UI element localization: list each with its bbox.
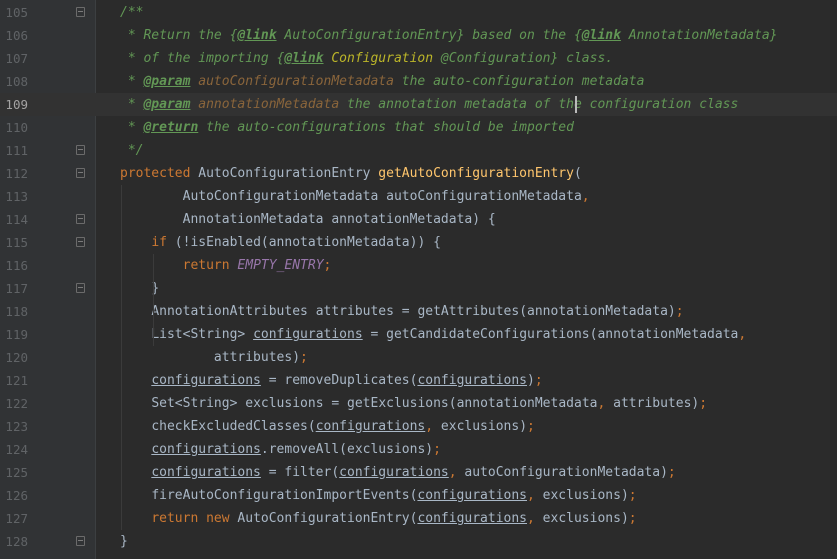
code-text[interactable]: checkExcludedClasses(configurations, exc… <box>120 415 535 438</box>
line-number[interactable]: 108 <box>1 70 28 93</box>
line-number[interactable]: 114 <box>1 208 28 231</box>
line-number[interactable]: 127 <box>1 507 28 530</box>
code-line[interactable]: 112 protected AutoConfigurationEntry getA… <box>0 162 837 185</box>
code-text[interactable]: } <box>120 530 128 553</box>
line-number[interactable]: 123 <box>1 415 28 438</box>
indent-guide <box>121 185 122 530</box>
code-line[interactable]: 127 return new AutoConfigurationEntry(co… <box>0 507 837 530</box>
line-number[interactable]: 128 <box>1 530 28 553</box>
line-number[interactable]: 115 <box>1 231 28 254</box>
line-number[interactable]: 106 <box>1 24 28 47</box>
line-number[interactable]: 116 <box>1 254 28 277</box>
code-text[interactable]: return new AutoConfigurationEntry(config… <box>120 507 636 530</box>
fold-marker-icon[interactable] <box>76 536 85 546</box>
code-line[interactable]: 107 * of the importing {@link Configurat… <box>0 47 837 70</box>
line-number[interactable]: 126 <box>1 484 28 507</box>
line-number[interactable]: 110 <box>1 116 28 139</box>
fold-marker-icon[interactable] <box>76 283 85 293</box>
code-text[interactable]: * @return the auto-configurations that s… <box>120 116 574 139</box>
code-line[interactable]: 120 attributes); <box>0 346 837 369</box>
code-line[interactable]: 126 fireAutoConfigurationImportEvents(co… <box>0 484 837 507</box>
line-number[interactable]: 125 <box>1 461 28 484</box>
line-number[interactable]: 118 <box>1 300 28 323</box>
code-line[interactable]: 113 AutoConfigurationMetadata autoConfig… <box>0 185 837 208</box>
fold-marker-icon[interactable] <box>76 237 85 247</box>
code-line[interactable]: 125 configurations = filter(configuratio… <box>0 461 837 484</box>
code-text[interactable]: Set<String> exclusions = getExclusions(a… <box>120 392 707 415</box>
text-cursor <box>575 96 577 113</box>
code-line[interactable]: 117 } <box>0 277 837 300</box>
line-number[interactable]: 113 <box>1 185 28 208</box>
code-line[interactable]: 121 configurations = removeDuplicates(co… <box>0 369 837 392</box>
code-line[interactable]: 116 return EMPTY_ENTRY; <box>0 254 837 277</box>
line-number[interactable]: 122 <box>1 392 28 415</box>
line-number[interactable]: 111 <box>1 139 28 162</box>
code-text[interactable]: * Return the {@link AutoConfigurationEnt… <box>120 24 778 47</box>
code-line[interactable]: 105 /** <box>0 1 837 24</box>
code-line[interactable]: 111 */ <box>0 139 837 162</box>
line-number[interactable]: 120 <box>1 346 28 369</box>
code-line[interactable]: 110 * @return the auto-configurations th… <box>0 116 837 139</box>
code-text[interactable]: * @param autoConfigurationMetadata the a… <box>120 70 645 93</box>
code-line[interactable]: 115 if (!isEnabled(annotationMetadata)) … <box>0 231 837 254</box>
indent-guide <box>153 254 154 346</box>
code-text[interactable]: attributes); <box>120 346 308 369</box>
code-line[interactable]: 119 List<String> configurations = getCan… <box>0 323 837 346</box>
code-line[interactable]: 124 configurations.removeAll(exclusions)… <box>0 438 837 461</box>
code-line[interactable]: 118 AnnotationAttributes attributes = ge… <box>0 300 837 323</box>
line-number[interactable]: 121 <box>1 369 28 392</box>
code-line[interactable]: 122 Set<String> exclusions = getExclusio… <box>0 392 837 415</box>
fold-marker-icon[interactable] <box>76 168 85 178</box>
line-number[interactable]: 105 <box>1 1 28 24</box>
line-number[interactable]: 119 <box>1 323 28 346</box>
code-text[interactable]: if (!isEnabled(annotationMetadata)) { <box>120 231 441 254</box>
code-text[interactable]: configurations = filter(configurations, … <box>120 461 675 484</box>
line-number[interactable]: 109 <box>1 93 28 116</box>
code-text[interactable]: * of the importing {@link Configuration … <box>120 47 613 70</box>
code-text[interactable]: fireAutoConfigurationImportEvents(config… <box>120 484 636 507</box>
code-text[interactable]: * @param annotationMetadata the annotati… <box>120 93 739 116</box>
code-text[interactable]: AnnotationMetadata annotationMetadata) { <box>120 208 496 231</box>
code-text[interactable]: configurations = removeDuplicates(config… <box>120 369 542 392</box>
code-line[interactable]: 109 * @param annotationMetadata the anno… <box>0 93 837 116</box>
code-text[interactable]: return EMPTY_ENTRY; <box>120 254 332 277</box>
line-number[interactable]: 124 <box>1 438 28 461</box>
line-number[interactable]: 117 <box>1 277 28 300</box>
code-text[interactable]: protected AutoConfigurationEntry getAuto… <box>120 162 582 185</box>
code-line[interactable]: 128} <box>0 530 837 553</box>
fold-marker-icon[interactable] <box>76 214 85 224</box>
code-text[interactable]: /** <box>120 1 143 24</box>
fold-marker-icon[interactable] <box>76 145 85 155</box>
line-number[interactable]: 112 <box>1 162 28 185</box>
code-line[interactable]: 114 AnnotationMetadata annotationMetadat… <box>0 208 837 231</box>
code-text[interactable]: AnnotationAttributes attributes = getAtt… <box>120 300 683 323</box>
code-text[interactable]: AutoConfigurationMetadata autoConfigurat… <box>120 185 590 208</box>
code-line[interactable]: 106 * Return the {@link AutoConfiguratio… <box>0 24 837 47</box>
line-number[interactable]: 107 <box>1 47 28 70</box>
code-line[interactable]: 108 * @param autoConfigurationMetadata t… <box>0 70 837 93</box>
code-text[interactable]: */ <box>120 139 144 162</box>
code-text[interactable]: configurations.removeAll(exclusions); <box>120 438 441 461</box>
code-line[interactable]: 123 checkExcludedClasses(configurations,… <box>0 415 837 438</box>
code-text[interactable]: List<String> configurations = getCandida… <box>120 323 746 346</box>
fold-marker-icon[interactable] <box>76 7 85 17</box>
